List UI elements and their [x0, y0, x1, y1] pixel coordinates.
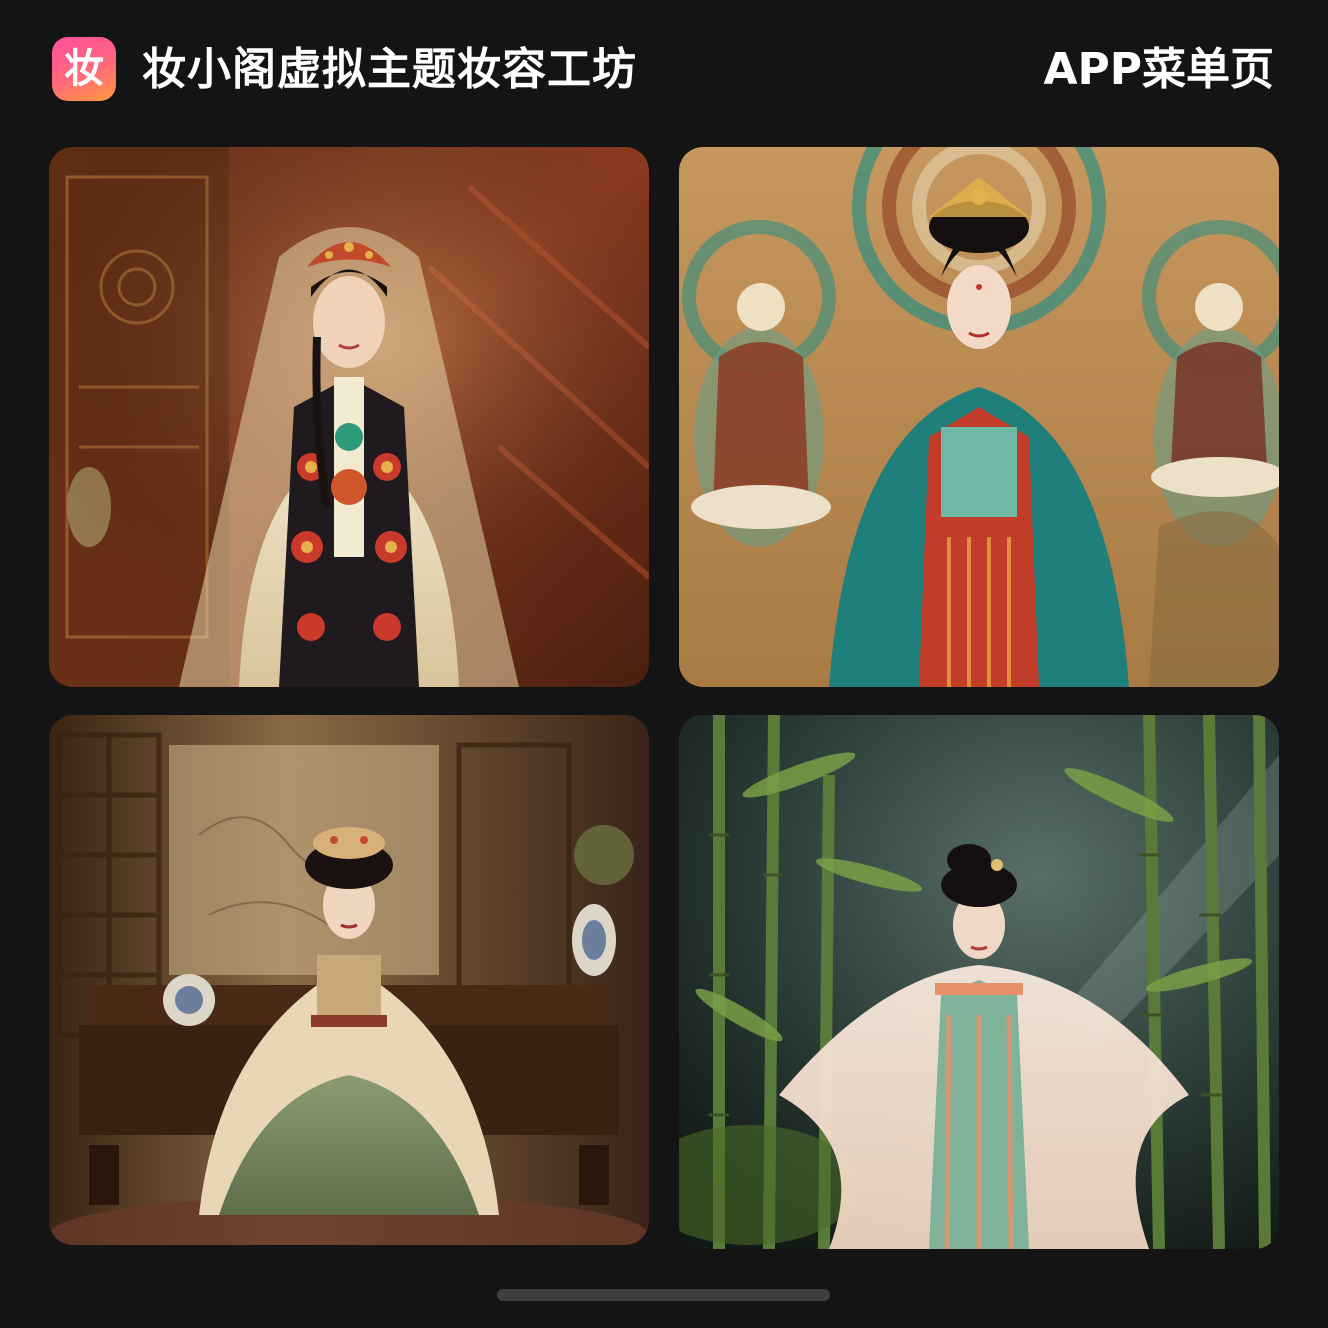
theme-photo-embroidered-bridal: [49, 147, 649, 687]
app-logo-glyph: 妆: [64, 46, 104, 92]
app-title: 妆小阁虚拟主题妆容工坊: [142, 44, 637, 95]
page-label: APP菜单页: [1043, 44, 1274, 95]
theme-photo-bamboo-forest: [679, 715, 1279, 1249]
theme-photo-dunhuang-mural: [679, 147, 1279, 687]
theme-photo-palace-interior: [49, 715, 649, 1245]
theme-card-palace-interior[interactable]: [49, 715, 649, 1245]
theme-card-bamboo-forest[interactable]: [679, 715, 1279, 1249]
app-header: 妆 妆小阁虚拟主题妆容工坊 APP菜单页: [0, 0, 1328, 140]
theme-card-dunhuang-mural[interactable]: [679, 147, 1279, 687]
home-indicator[interactable]: [497, 1289, 830, 1301]
app-logo-icon[interactable]: 妆: [52, 37, 116, 101]
theme-card-embroidered-bridal[interactable]: [49, 147, 649, 687]
